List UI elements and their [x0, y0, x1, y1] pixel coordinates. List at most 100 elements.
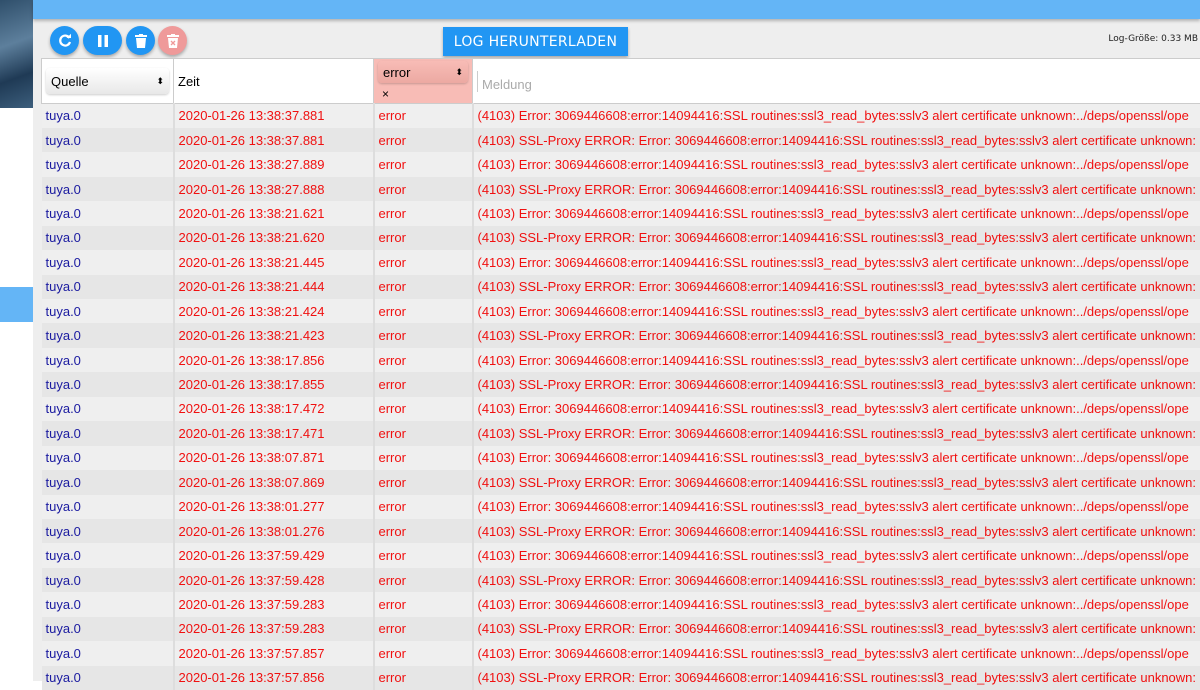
source-cell: tuya.0: [42, 323, 174, 347]
table-row: tuya.02020-01-26 13:38:37.881error(4103)…: [42, 104, 1200, 128]
table-row: tuya.02020-01-26 13:38:37.881error(4103)…: [42, 128, 1200, 152]
source-cell: tuya.0: [42, 641, 174, 665]
time-cell: 2020-01-26 13:37:57.856: [174, 666, 374, 690]
message-filter-input[interactable]: Meldung: [477, 71, 1200, 92]
refresh-button[interactable]: [50, 26, 79, 55]
message-cell: (4103) Error: 3069446608:error:14094416:…: [473, 104, 1200, 128]
table-row: tuya.02020-01-26 13:38:21.423error(4103)…: [42, 323, 1200, 347]
level-cell: error: [374, 641, 473, 665]
time-cell: 2020-01-26 13:37:57.857: [174, 641, 374, 665]
message-cell: (4103) SSL-Proxy ERROR: Error: 306944660…: [473, 519, 1200, 543]
log-table: Quelle⬍ Zeit error⬍ × Meldung tuya.02020…: [41, 58, 1200, 690]
level-cell: error: [374, 470, 473, 494]
message-cell: (4103) SSL-Proxy ERROR: Error: 306944660…: [473, 128, 1200, 152]
message-cell: (4103) SSL-Proxy ERROR: Error: 306944660…: [473, 568, 1200, 592]
pause-icon: [97, 35, 109, 47]
select-arrows-icon: ⬍: [156, 76, 164, 87]
sidebar-background-image: [0, 0, 33, 108]
level-cell: error: [374, 299, 473, 323]
level-cell: error: [374, 568, 473, 592]
message-cell: (4103) Error: 3069446608:error:14094416:…: [473, 495, 1200, 519]
delete-log-file-button[interactable]: [158, 26, 187, 55]
table-row: tuya.02020-01-26 13:38:21.444error(4103)…: [42, 275, 1200, 299]
pause-button[interactable]: [83, 26, 122, 55]
source-cell: tuya.0: [42, 446, 174, 470]
time-cell: 2020-01-26 13:38:17.472: [174, 397, 374, 421]
message-cell: (4103) SSL-Proxy ERROR: Error: 306944660…: [473, 421, 1200, 445]
time-cell: 2020-01-26 13:38:17.471: [174, 421, 374, 445]
table-row: tuya.02020-01-26 13:38:17.855error(4103)…: [42, 372, 1200, 396]
table-row: tuya.02020-01-26 13:37:59.283error(4103)…: [42, 617, 1200, 641]
level-cell: error: [374, 104, 473, 128]
table-row: tuya.02020-01-26 13:38:27.889error(4103)…: [42, 152, 1200, 176]
message-cell: (4103) SSL-Proxy ERROR: Error: 306944660…: [473, 275, 1200, 299]
message-cell: (4103) SSL-Proxy ERROR: Error: 306944660…: [473, 323, 1200, 347]
top-app-bar: [33, 0, 1200, 19]
level-filter-select[interactable]: error⬍: [378, 61, 468, 83]
table-row: tuya.02020-01-26 13:37:59.429error(4103)…: [42, 543, 1200, 567]
message-cell: (4103) Error: 3069446608:error:14094416:…: [473, 152, 1200, 176]
level-cell: error: [374, 226, 473, 250]
table-row: tuya.02020-01-26 13:38:07.869error(4103)…: [42, 470, 1200, 494]
time-cell: 2020-01-26 13:38:37.881: [174, 128, 374, 152]
message-cell: (4103) Error: 3069446608:error:14094416:…: [473, 201, 1200, 225]
source-cell: tuya.0: [42, 201, 174, 225]
log-size: Log-Größe: 0.33 MB: [1108, 34, 1198, 44]
table-row: tuya.02020-01-26 13:38:07.871error(4103)…: [42, 446, 1200, 470]
source-cell: tuya.0: [42, 421, 174, 445]
message-cell: (4103) Error: 3069446608:error:14094416:…: [473, 592, 1200, 616]
level-column-header: error⬍ ×: [374, 59, 473, 104]
table-row: tuya.02020-01-26 13:38:21.424error(4103)…: [42, 299, 1200, 323]
time-cell: 2020-01-26 13:38:21.445: [174, 250, 374, 274]
time-cell: 2020-01-26 13:37:59.428: [174, 568, 374, 592]
time-cell: 2020-01-26 13:38:21.621: [174, 201, 374, 225]
source-cell: tuya.0: [42, 666, 174, 690]
message-column-header: Meldung: [473, 59, 1200, 104]
time-cell: 2020-01-26 13:38:07.869: [174, 470, 374, 494]
source-select-label: Quelle: [51, 74, 89, 89]
source-filter-select[interactable]: Quelle ⬍: [46, 68, 169, 94]
message-cell: (4103) Error: 3069446608:error:14094416:…: [473, 641, 1200, 665]
message-cell: (4103) Error: 3069446608:error:14094416:…: [473, 348, 1200, 372]
source-cell: tuya.0: [42, 104, 174, 128]
table-row: tuya.02020-01-26 13:38:17.856error(4103)…: [42, 348, 1200, 372]
table-row: tuya.02020-01-26 13:37:57.856error(4103)…: [42, 666, 1200, 690]
table-row: tuya.02020-01-26 13:37:57.857error(4103)…: [42, 641, 1200, 665]
level-cell: error: [374, 201, 473, 225]
sidebar-active-item[interactable]: [0, 287, 33, 322]
level-cell: error: [374, 495, 473, 519]
message-cell: (4103) Error: 3069446608:error:14094416:…: [473, 543, 1200, 567]
trash-x-icon: [167, 34, 179, 48]
source-cell: tuya.0: [42, 543, 174, 567]
source-cell: tuya.0: [42, 128, 174, 152]
download-log-button[interactable]: LOG HERUNTERLADEN: [443, 27, 628, 56]
time-cell: 2020-01-26 13:38:17.856: [174, 348, 374, 372]
source-cell: tuya.0: [42, 519, 174, 543]
source-cell: tuya.0: [42, 299, 174, 323]
message-cell: (4103) SSL-Proxy ERROR: Error: 306944660…: [473, 226, 1200, 250]
source-cell: tuya.0: [42, 397, 174, 421]
message-cell: (4103) Error: 3069446608:error:14094416:…: [473, 446, 1200, 470]
time-cell: 2020-01-26 13:38:21.444: [174, 275, 374, 299]
message-cell: (4103) Error: 3069446608:error:14094416:…: [473, 397, 1200, 421]
table-row: tuya.02020-01-26 13:38:17.471error(4103)…: [42, 421, 1200, 445]
clear-level-filter-button[interactable]: ×: [382, 87, 468, 101]
level-cell: error: [374, 348, 473, 372]
source-cell: tuya.0: [42, 348, 174, 372]
refresh-icon: [57, 33, 73, 49]
source-cell: tuya.0: [42, 275, 174, 299]
time-cell: 2020-01-26 13:38:07.871: [174, 446, 374, 470]
level-cell: error: [374, 372, 473, 396]
level-cell: error: [374, 519, 473, 543]
level-cell: error: [374, 323, 473, 347]
table-row: tuya.02020-01-26 13:38:17.472error(4103)…: [42, 397, 1200, 421]
message-cell: (4103) SSL-Proxy ERROR: Error: 306944660…: [473, 470, 1200, 494]
source-cell: tuya.0: [42, 617, 174, 641]
delete-log-button[interactable]: [126, 26, 155, 55]
time-column-header: Zeit: [174, 59, 374, 104]
trash-icon: [135, 34, 147, 48]
level-cell: error: [374, 617, 473, 641]
time-cell: 2020-01-26 13:38:27.888: [174, 177, 374, 201]
level-cell: error: [374, 543, 473, 567]
message-cell: (4103) Error: 3069446608:error:14094416:…: [473, 299, 1200, 323]
